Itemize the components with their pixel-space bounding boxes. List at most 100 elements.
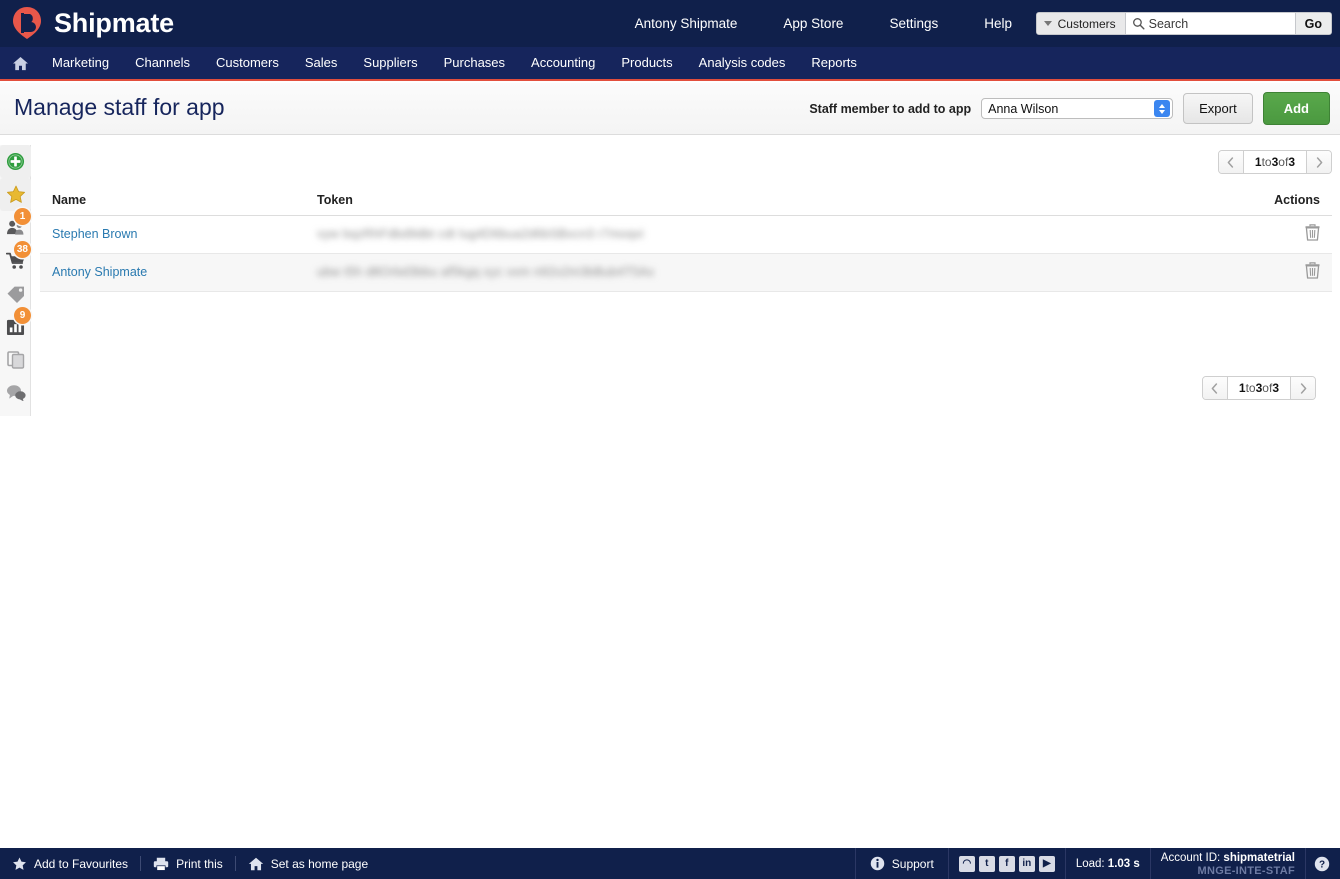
header-link-help[interactable]: Help (961, 15, 1035, 32)
account-code: MNGE-INTE-STAF (1197, 864, 1295, 877)
search-scope-label: Customers (1057, 16, 1116, 31)
footer-right: Support ◠ t f in ▶ Load: 1.03 s Account … (854, 848, 1340, 879)
nav-item-reports[interactable]: Reports (798, 47, 870, 79)
search-go-button[interactable]: Go (1294, 13, 1331, 34)
search-icon (1132, 18, 1145, 30)
cell-actions (1160, 253, 1332, 292)
rail-item-basket[interactable]: 38 (0, 241, 31, 277)
nav-item-sales[interactable]: Sales (292, 47, 351, 79)
search-input[interactable] (1148, 16, 1289, 31)
nav-item-marketing[interactable]: Marketing (39, 47, 122, 79)
search-input-wrap (1125, 13, 1295, 34)
nav-item-customers[interactable]: Customers (203, 47, 292, 79)
app-page: Shipmate Antony Shipmate App Store Setti… (0, 0, 1340, 879)
add-to-favourites-link[interactable]: Add to Favourites (12, 857, 140, 871)
facebook-icon[interactable]: f (998, 855, 1015, 872)
shipmate-b-logo-icon (10, 5, 44, 41)
pager-row-bottom: 1 to 3 of 3 (40, 376, 1332, 400)
header-link-settings[interactable]: Settings (866, 15, 961, 32)
brand[interactable]: Shipmate (10, 5, 174, 41)
twitter-icon[interactable]: t (978, 855, 995, 872)
header-link-app-store[interactable]: App Store (760, 15, 866, 32)
table-row: Antony Shipmate ubw t5h d8Orbd3bbu af5kg… (40, 253, 1332, 292)
staff-token-value: vyw bqzRhFdbd9dbt cdt lug4D6bua2d6bSBxcn… (317, 227, 644, 241)
pagination-prev-button[interactable] (1202, 377, 1228, 399)
export-button[interactable]: Export (1183, 93, 1253, 124)
pagination-to-word: to (1261, 155, 1272, 169)
pagination-from: 1 (1254, 155, 1262, 169)
home-icon (248, 857, 263, 870)
rss-icon[interactable]: ◠ (958, 855, 975, 872)
support-label: Support (891, 856, 934, 871)
column-header-actions: Actions (1160, 187, 1332, 216)
plus-circle-icon (6, 152, 25, 171)
rail-item-clipboard[interactable] (0, 343, 31, 376)
table-row: Stephen Brown vyw bqzRhFdbd9dbt cdt lug4… (40, 215, 1332, 254)
cell-token: vyw bqzRhFdbd9dbt cdt lug4D6bua2d6bSBxcn… (305, 215, 1161, 254)
nav-item-suppliers[interactable]: Suppliers (350, 47, 430, 79)
staff-member-select[interactable]: Anna Wilson (981, 98, 1174, 119)
page-load-time: Load: 1.03 s (1066, 858, 1150, 870)
staff-select-wrap: Anna Wilson (981, 98, 1174, 119)
chevron-right-icon (1300, 382, 1306, 394)
question-circle-icon: ? (1314, 856, 1330, 871)
cell-name: Antony Shipmate (40, 253, 305, 292)
header-links: Antony Shipmate App Store Settings Help (612, 15, 1035, 32)
load-prefix: Load: (1075, 857, 1108, 870)
header-link-account[interactable]: Antony Shipmate (612, 15, 761, 32)
chevron-right-icon (1316, 156, 1322, 168)
rail-item-favourites[interactable] (0, 178, 31, 211)
rail-item-add[interactable] (0, 145, 31, 178)
pagination-next-button[interactable] (1290, 377, 1315, 399)
pagination-total: 3 (1288, 155, 1295, 169)
rail-item-tags[interactable] (0, 277, 31, 310)
trash-icon (1305, 262, 1320, 279)
staff-select-label: Staff member to add to app (809, 101, 972, 116)
title-bar-actions: Staff member to add to app Anna Wilson E… (809, 92, 1330, 125)
account-value: shipmatetrial (1223, 851, 1295, 864)
staff-name-link[interactable]: Stephen Brown (52, 227, 137, 241)
account-prefix: Account ID: (1160, 851, 1224, 864)
pagination-from: 1 (1238, 381, 1246, 395)
nav-home-button[interactable] (0, 56, 39, 71)
chevron-left-icon (1212, 382, 1218, 394)
linkedin-icon[interactable]: in (1018, 855, 1035, 872)
rail-badge-reports: 9 (14, 307, 31, 324)
delete-staff-button[interactable] (1303, 262, 1322, 279)
delete-staff-button[interactable] (1303, 224, 1322, 241)
rail-item-reports[interactable]: 9 (0, 307, 31, 343)
nav-item-analysis-codes[interactable]: Analysis codes (686, 47, 799, 79)
top-header: Shipmate Antony Shipmate App Store Setti… (0, 0, 1340, 47)
chevron-down-icon (1043, 21, 1052, 26)
chevron-left-icon (1228, 156, 1234, 168)
left-rail: 1 38 9 (0, 145, 31, 416)
help-button[interactable]: ? (1306, 856, 1340, 872)
cell-token: ubw t5h d8Orbd3bbu af5kgq xyc vxm n92o2m… (305, 253, 1161, 292)
nav-item-purchases[interactable]: Purchases (431, 47, 518, 79)
support-link[interactable]: Support (856, 856, 948, 871)
print-this-link[interactable]: Print this (141, 857, 235, 871)
info-icon (870, 856, 885, 871)
pagination-to: 3 (1255, 381, 1263, 395)
nav-item-products[interactable]: Products (608, 47, 685, 79)
svg-text:?: ? (1319, 859, 1325, 870)
rail-item-chat[interactable] (0, 376, 31, 409)
youtube-icon[interactable]: ▶ (1038, 855, 1055, 872)
pagination-prev-button[interactable] (1218, 151, 1244, 173)
pagination-total: 3 (1272, 381, 1279, 395)
pagination-summary-top: 1 to 3 of 3 (1243, 151, 1306, 173)
page-title: Manage staff for app (14, 94, 225, 120)
table-header-row: Name Token Actions (40, 187, 1332, 216)
staff-table: Name Token Actions Stephen Brown vyw bqz… (40, 187, 1332, 292)
rail-item-customers[interactable]: 1 (0, 208, 31, 244)
set-as-home-page-link[interactable]: Set as home page (236, 857, 380, 871)
staff-name-link[interactable]: Antony Shipmate (52, 265, 147, 279)
staff-table-body: Stephen Brown vyw bqzRhFdbd9dbt cdt lug4… (40, 215, 1332, 292)
add-button[interactable]: Add (1262, 92, 1330, 125)
search-scope-selector[interactable]: Customers (1036, 13, 1126, 34)
pagination-next-button[interactable] (1306, 151, 1331, 173)
rail-badge-basket: 38 (13, 241, 31, 258)
nav-item-channels[interactable]: Channels (122, 47, 203, 79)
set-as-home-page-label: Set as home page (270, 856, 369, 871)
nav-item-accounting[interactable]: Accounting (518, 47, 608, 79)
